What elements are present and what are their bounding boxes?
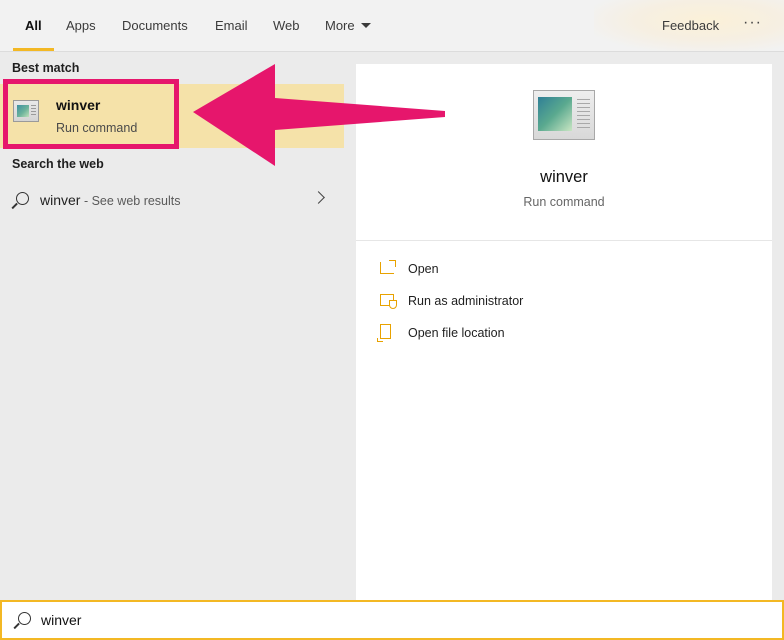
chevron-down-icon: [360, 23, 371, 28]
tab-web-label: Web: [273, 18, 300, 33]
tab-documents-label: Documents: [122, 18, 188, 33]
action-open-file-location-label: Open file location: [408, 326, 505, 340]
detail-panel: winver Run command Open Run as administr…: [356, 64, 772, 600]
tab-apps[interactable]: Apps: [66, 0, 96, 51]
best-match-heading: Best match: [12, 61, 80, 75]
action-run-as-admin[interactable]: Run as administrator: [380, 290, 740, 314]
tab-more[interactable]: More: [325, 0, 371, 51]
more-options-button[interactable]: ···: [743, 0, 762, 51]
web-result-item[interactable]: winver - See web results: [0, 183, 344, 215]
chevron-right-icon[interactable]: [312, 191, 325, 204]
web-result-term: winver: [40, 192, 81, 208]
tab-all[interactable]: All: [13, 0, 54, 51]
web-result-text: winver - See web results: [40, 192, 181, 208]
detail-subtitle: Run command: [523, 195, 605, 209]
action-open[interactable]: Open: [380, 258, 740, 282]
search-input-value: winver: [41, 612, 82, 628]
web-result-suffix: - See web results: [80, 194, 181, 208]
tab-more-label: More: [325, 18, 355, 33]
tab-documents[interactable]: Documents: [122, 0, 188, 51]
tab-all-label: All: [25, 18, 42, 33]
action-open-label: Open: [408, 262, 439, 276]
action-open-file-location[interactable]: Open file location: [377, 322, 740, 346]
tab-apps-label: Apps: [66, 18, 96, 33]
results-panel: Best match winver Run command Search the…: [0, 52, 344, 600]
detail-divider: [356, 240, 772, 241]
open-icon: [380, 260, 396, 274]
detail-title: winver: [540, 168, 588, 186]
action-run-as-admin-label: Run as administrator: [408, 294, 524, 308]
tab-email-label: Email: [215, 18, 248, 33]
search-input[interactable]: winver: [0, 600, 784, 640]
admin-shield-icon: [380, 294, 397, 309]
filter-tab-bar: All Apps Documents Email Web More Feedba…: [0, 0, 784, 52]
search-icon: [16, 192, 29, 205]
tab-email[interactable]: Email: [215, 0, 248, 51]
app-preview-icon: [533, 90, 595, 140]
feedback-button[interactable]: Feedback: [662, 0, 719, 51]
tab-web[interactable]: Web: [273, 0, 300, 51]
annotation-highlight-box: [3, 79, 179, 149]
search-web-heading: Search the web: [12, 157, 104, 171]
search-box-icon: [18, 612, 31, 625]
active-tab-indicator: [13, 48, 54, 51]
folder-icon: [377, 324, 391, 342]
